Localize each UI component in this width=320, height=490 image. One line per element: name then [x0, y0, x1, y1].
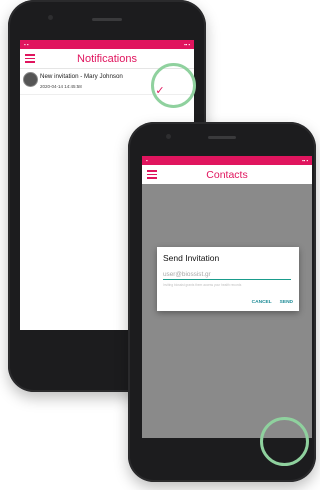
speaker-grille	[208, 136, 236, 139]
send-invitation-dialog: Send Invitation Inviting biossist grants…	[157, 247, 299, 311]
speaker-grille	[92, 18, 122, 21]
contacts-screen: ▪ ▪▪ ▪ Contacts Send Invitation Inviting…	[142, 156, 312, 438]
notification-date: 2020-04-14 14:45:58	[40, 84, 82, 89]
highlight-ring-fab	[260, 417, 309, 466]
status-right: ▪▪ ▪	[301, 158, 308, 163]
page-title: Contacts	[206, 168, 248, 181]
status-bar: ▪ ▪▪ ▪	[142, 156, 312, 165]
notification-title: New invitation - Mary Johnson	[40, 73, 123, 80]
menu-icon[interactable]	[147, 170, 157, 179]
status-left: ▪ ▪	[24, 42, 29, 47]
contacts-appbar: Contacts	[142, 165, 312, 185]
email-field[interactable]	[163, 271, 291, 280]
dimmed-overlay	[142, 184, 312, 438]
dialog-hint: Inviting biossist grants them access you…	[163, 283, 242, 287]
status-right: ▪▪ ▪	[183, 42, 190, 47]
send-button[interactable]: SEND	[280, 300, 293, 305]
front-camera	[166, 134, 171, 139]
dialog-actions: CANCEL SEND	[252, 300, 293, 305]
dialog-title: Send Invitation	[163, 253, 220, 263]
menu-icon[interactable]	[25, 54, 35, 63]
status-bar: ▪ ▪ ▪▪ ▪	[20, 40, 194, 49]
avatar	[23, 72, 38, 87]
highlight-ring-accept	[151, 63, 196, 108]
status-left: ▪	[146, 158, 148, 163]
cancel-button[interactable]: CANCEL	[252, 300, 272, 305]
front-camera	[48, 15, 53, 20]
